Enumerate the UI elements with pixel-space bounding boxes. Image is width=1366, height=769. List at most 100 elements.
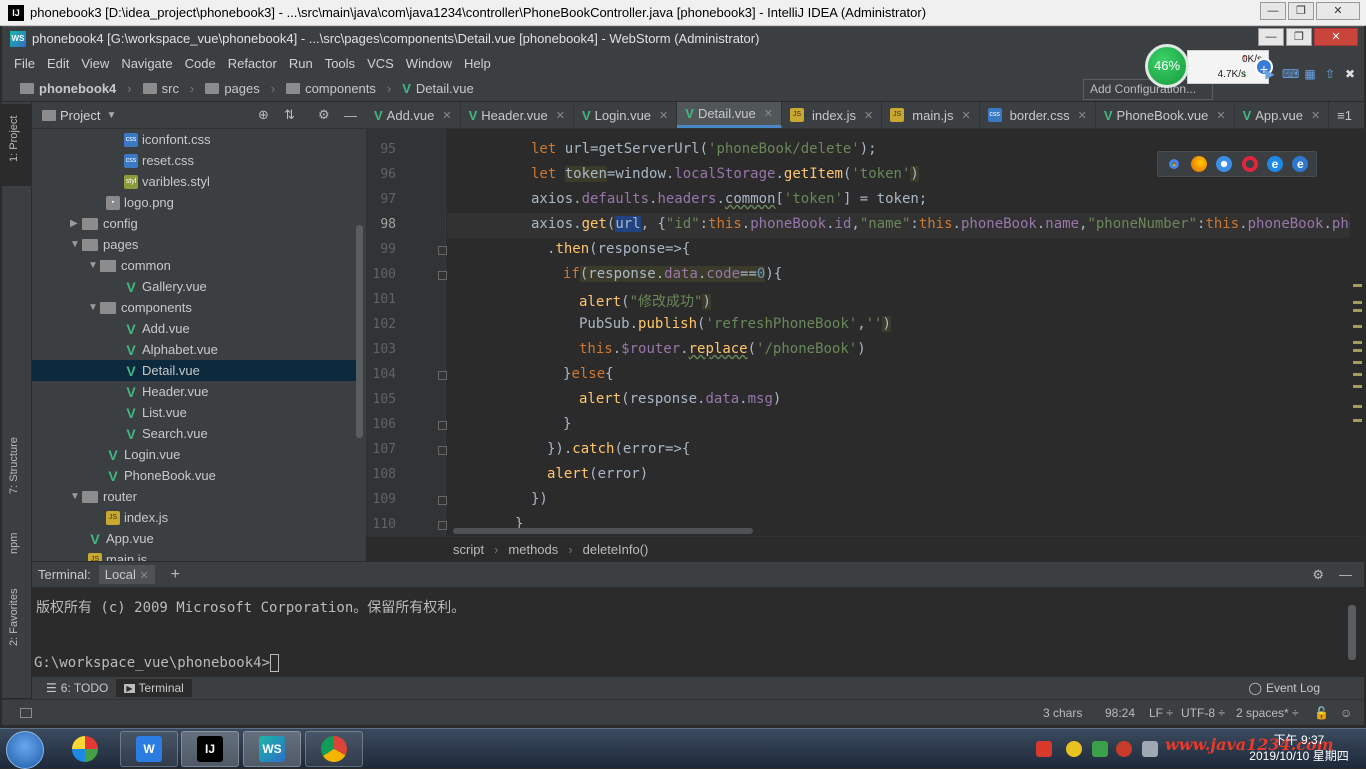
- close-button[interactable]: ✕: [1316, 2, 1360, 20]
- plus-tray-icon[interactable]: [1066, 741, 1082, 757]
- minimize-button[interactable]: —: [1260, 2, 1286, 20]
- taskbar-app-wps[interactable]: W: [120, 731, 178, 767]
- sogou-tray-icon[interactable]: [1036, 741, 1052, 757]
- grid-icon[interactable]: ▦: [1302, 67, 1318, 81]
- tree-item[interactable]: V Login.vue: [32, 444, 356, 465]
- tab-main-js[interactable]: JS main.js ✕: [882, 102, 980, 128]
- close-icon[interactable]: ✕: [659, 109, 668, 122]
- tree-item[interactable]: ▶ config: [32, 213, 356, 234]
- hide-icon[interactable]: —: [1339, 567, 1352, 582]
- tab-detail-vue[interactable]: V Detail.vue ✕: [677, 102, 782, 128]
- tab-index-js[interactable]: JS index.js ✕: [782, 102, 883, 128]
- warning-marker[interactable]: [1353, 385, 1362, 388]
- status-indent[interactable]: 2 spaces* ÷: [1236, 706, 1299, 720]
- menu-navigate[interactable]: Navigate: [121, 56, 172, 71]
- status-line-separator[interactable]: LF ÷: [1149, 706, 1173, 720]
- todo-tab[interactable]: ☰ 6: TODO: [38, 679, 116, 697]
- fold-marker-icon[interactable]: [438, 496, 447, 505]
- nav-pages[interactable]: pages: [224, 81, 259, 96]
- collapse-arrow-icon[interactable]: ▼: [70, 491, 82, 502]
- network-speed-widget[interactable]: 0K/s ↑ ↓ 4.7K/s 46% +: [1145, 44, 1273, 88]
- collapse-arrow-icon[interactable]: ▼: [88, 302, 100, 313]
- collapse-arrow-icon[interactable]: ▼: [88, 260, 100, 271]
- menu-run[interactable]: Run: [289, 56, 313, 71]
- menu-window[interactable]: Window: [406, 56, 452, 71]
- tree-item[interactable]: V List.vue: [32, 402, 356, 423]
- opera-icon[interactable]: [1241, 156, 1258, 172]
- menu-edit[interactable]: Edit: [47, 56, 69, 71]
- editor-error-stripe[interactable]: [1350, 129, 1364, 536]
- upload-icon[interactable]: ⇧: [1322, 67, 1338, 81]
- tree-item[interactable]: V Search.vue: [32, 423, 356, 444]
- menu-vcs[interactable]: VCS: [367, 56, 394, 71]
- warning-marker[interactable]: [1353, 361, 1362, 364]
- warning-marker[interactable]: [1353, 419, 1362, 422]
- tree-item[interactable]: V Add.vue: [32, 318, 356, 339]
- close-icon[interactable]: ✕: [864, 109, 873, 122]
- fold-marker-icon[interactable]: [438, 271, 447, 280]
- fold-marker-icon[interactable]: [438, 246, 447, 255]
- nav-file[interactable]: Detail.vue: [416, 81, 474, 96]
- crumb-script[interactable]: script: [453, 542, 484, 557]
- warning-marker[interactable]: [1353, 341, 1362, 344]
- tree-item[interactable]: V Alphabet.vue: [32, 339, 356, 360]
- tree-item[interactable]: JS main.js: [32, 549, 356, 561]
- terminal-prompt-line[interactable]: G:\workspace_vue\phonebook4>: [34, 654, 280, 672]
- code-editor[interactable]: 95 96 97 98 99 100 101 102 103 104 105 1…: [366, 129, 1364, 536]
- nav-components[interactable]: components: [305, 81, 376, 96]
- warning-marker[interactable]: [1353, 284, 1362, 287]
- structure-tool-label[interactable]: 7: Structure: [8, 437, 20, 494]
- tab-phonebook-vue[interactable]: V PhoneBook.vue ✕: [1096, 102, 1235, 128]
- dropdown-icon[interactable]: ▼: [106, 110, 116, 121]
- menu-help[interactable]: Help: [464, 56, 491, 71]
- editor-horizontal-scrollbar[interactable]: [453, 528, 753, 534]
- nav-project[interactable]: phonebook4: [39, 81, 116, 96]
- warning-marker[interactable]: [1353, 309, 1362, 312]
- add-terminal-icon[interactable]: +: [171, 566, 180, 584]
- collapse-arrow-icon[interactable]: ▼: [70, 239, 82, 250]
- start-button[interactable]: [6, 731, 44, 769]
- warning-marker[interactable]: [1353, 405, 1362, 408]
- tree-item-selected[interactable]: V Detail.vue: [32, 360, 356, 381]
- taskbar-app-webstorm[interactable]: WS: [243, 731, 301, 767]
- gear-icon[interactable]: ⚙: [1312, 567, 1324, 583]
- project-tool-label[interactable]: 1: Project: [8, 116, 20, 162]
- ie-icon[interactable]: e: [1266, 156, 1283, 172]
- menu-view[interactable]: View: [81, 56, 109, 71]
- status-encoding[interactable]: UTF-8 ÷: [1181, 706, 1225, 720]
- system-clock[interactable]: 下午 9:37 2019/10/10 星期四: [1244, 732, 1354, 764]
- fold-marker-icon[interactable]: [438, 446, 447, 455]
- close-icon[interactable]: ✕: [556, 109, 565, 122]
- status-caret-position[interactable]: 98:24: [1105, 706, 1135, 720]
- taskbar-app-chrome[interactable]: [305, 731, 363, 767]
- warning-marker[interactable]: [1353, 325, 1362, 328]
- collapse-icon[interactable]: ⇅: [284, 107, 295, 123]
- toggle-tool-windows-icon[interactable]: [20, 707, 32, 718]
- tree-item[interactable]: V PhoneBook.vue: [32, 465, 356, 486]
- tab-header-vue[interactable]: V Header.vue ✕: [461, 102, 574, 128]
- tree-item[interactable]: V Gallery.vue: [32, 276, 356, 297]
- warning-marker[interactable]: [1353, 373, 1362, 376]
- maximize-button[interactable]: ❐: [1286, 28, 1312, 46]
- back-window-titlebar[interactable]: IJ phonebook3 [D:\idea_project\phonebook…: [0, 0, 1366, 26]
- tree-item[interactable]: ▼ common: [32, 255, 356, 276]
- security-tray-icon[interactable]: [1116, 741, 1132, 757]
- project-panel-title[interactable]: Project: [60, 108, 100, 123]
- close-icon[interactable]: ✕: [1078, 109, 1087, 122]
- lock-icon[interactable]: 🔓: [1314, 706, 1329, 720]
- menu-file[interactable]: File: [14, 56, 35, 71]
- tab-app-vue[interactable]: V App.vue ✕: [1235, 102, 1330, 128]
- firefox-icon[interactable]: [1190, 156, 1207, 172]
- taskbar-app-intellij[interactable]: IJ: [181, 731, 239, 767]
- npm-tool-label[interactable]: npm: [8, 533, 20, 554]
- hide-icon[interactable]: —: [344, 108, 357, 123]
- close-icon[interactable]: ✕: [1311, 109, 1320, 122]
- shield-tray-icon[interactable]: [1092, 741, 1108, 757]
- tree-item[interactable]: V App.vue: [32, 528, 356, 549]
- tab-login-vue[interactable]: V Login.vue ✕: [574, 102, 678, 128]
- close-icon[interactable]: ✕: [442, 109, 451, 122]
- terminal-tab-local[interactable]: Local ✕: [98, 565, 155, 584]
- maximize-button[interactable]: ❐: [1288, 2, 1314, 20]
- inspector-icon[interactable]: ☺: [1340, 706, 1352, 720]
- close-button[interactable]: ✕: [1314, 28, 1358, 46]
